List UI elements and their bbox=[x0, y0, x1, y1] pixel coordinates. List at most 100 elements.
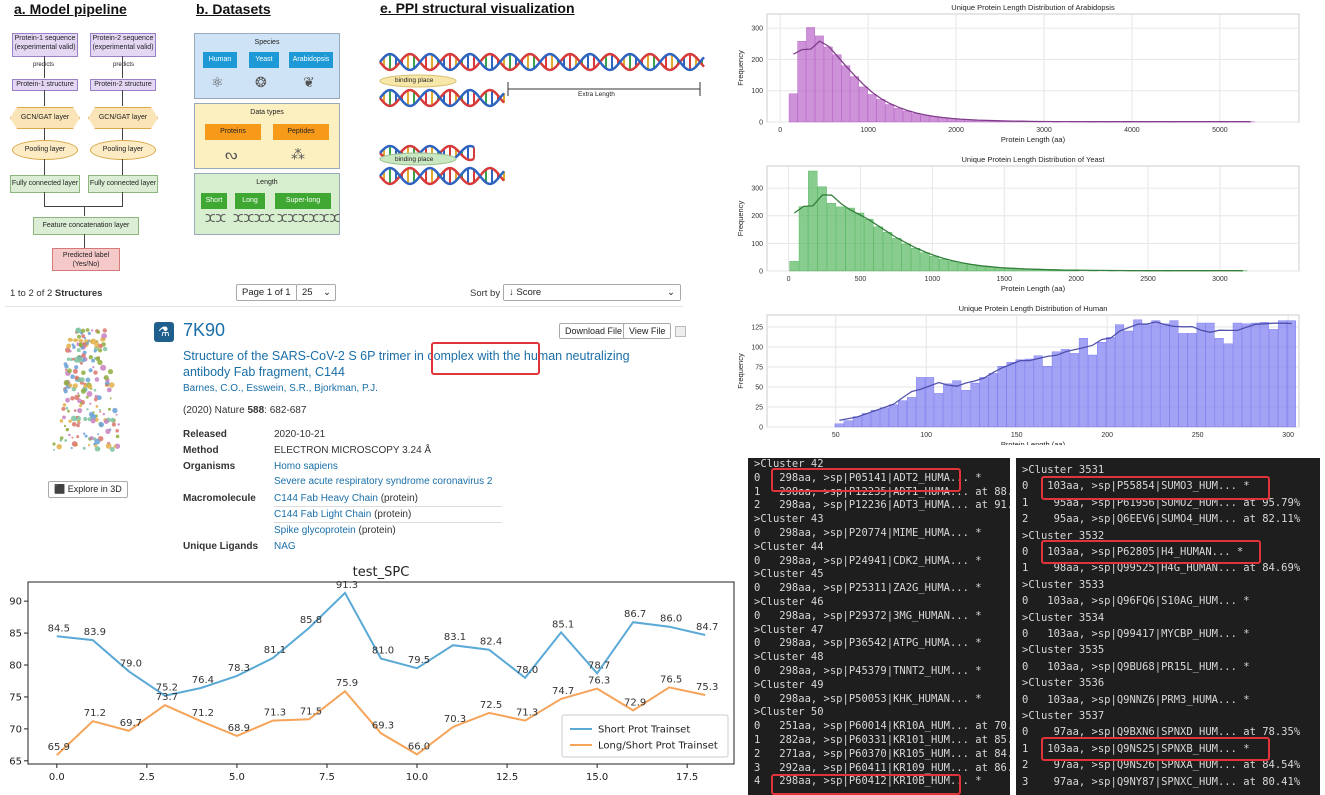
histogram-bar bbox=[1278, 320, 1288, 428]
ribbon-fragment bbox=[73, 409, 77, 412]
method-value: ELECTRON MICROSCOPY 3.24 Å bbox=[274, 445, 432, 456]
legend-entry: Short Prot Trainset bbox=[598, 725, 690, 736]
ribbon-fragment bbox=[85, 377, 91, 383]
histogram-bar bbox=[967, 264, 977, 272]
panel-a-title: a. Model pipeline bbox=[14, 1, 127, 17]
explore-3d-button[interactable]: ⬛ Explore in 3D bbox=[48, 481, 128, 498]
x-tick-label: 500 bbox=[855, 276, 867, 283]
protein2-sequence-box: Protein-2 sequence (experimental valid) bbox=[90, 33, 156, 57]
organism-homo-sapiens[interactable]: Homo sapiens bbox=[274, 461, 338, 472]
sort-select[interactable]: ↓ Score ⌄ bbox=[503, 284, 681, 301]
y-tick-label: 70 bbox=[9, 724, 22, 735]
data-label: 85.1 bbox=[552, 619, 574, 630]
histogram-bar bbox=[1160, 323, 1170, 428]
data-label: 66.0 bbox=[408, 741, 430, 752]
histogram-bar bbox=[882, 232, 893, 272]
cluster-header: >Cluster 45 bbox=[754, 568, 824, 581]
species-yeast: Yeast bbox=[249, 52, 279, 68]
histogram-1: 0 500 1000 1500 2000 2500 3000 0 100 200 300 Unique… bbox=[736, 155, 1300, 293]
y-tick-label: 80 bbox=[9, 661, 22, 672]
ligand-nag[interactable]: NAG bbox=[274, 541, 296, 552]
ribbon-fragment bbox=[103, 375, 109, 381]
histogram-bar bbox=[850, 76, 859, 123]
x-tick-label: 5000 bbox=[1212, 127, 1228, 134]
panel-e-title: e. PPI structural visualization bbox=[380, 0, 575, 16]
ribbon-fragment bbox=[66, 343, 72, 349]
histogram-bar bbox=[979, 377, 989, 428]
cluster-header: >Cluster 48 bbox=[754, 651, 824, 664]
view-file-button[interactable]: View File bbox=[623, 323, 672, 339]
cluster-header: >Cluster 43 bbox=[754, 513, 824, 526]
histogram-bar bbox=[911, 113, 921, 123]
ribbon-fragment bbox=[64, 439, 68, 442]
flask-icon: ⚗ bbox=[154, 322, 174, 342]
pooling-layer-2: Pooling layer bbox=[90, 140, 156, 160]
y-tick-label: 300 bbox=[751, 186, 763, 193]
panel-b-title: b. Datasets bbox=[196, 1, 271, 17]
highlight-sumo3 bbox=[1041, 476, 1270, 500]
select-checkbox[interactable] bbox=[675, 326, 686, 337]
histogram-bar bbox=[897, 400, 907, 428]
ribbon-fragment bbox=[86, 340, 89, 343]
pdb-id[interactable]: 7K90 bbox=[183, 320, 225, 341]
light-chain-link[interactable]: C144 Fab Light Chain bbox=[274, 509, 371, 520]
y-axis-label: Frequency bbox=[736, 201, 745, 237]
ribbon-fragment bbox=[106, 387, 112, 393]
ribbon-fragment bbox=[65, 427, 70, 432]
histogram-bar bbox=[870, 409, 880, 428]
x-tick-label: 12.5 bbox=[496, 772, 518, 783]
legend-entry: Long/Short Prot Trainset bbox=[598, 741, 718, 752]
histogram-bar bbox=[997, 365, 1007, 428]
ribbon-fragment bbox=[105, 384, 108, 387]
page-indicator[interactable]: Page 1 of 1 bbox=[236, 284, 297, 301]
ribbon-fragment bbox=[113, 444, 117, 448]
histogram-bar bbox=[814, 35, 824, 123]
histogram-bar bbox=[867, 94, 877, 123]
ribbon-fragment bbox=[112, 407, 118, 414]
ribbon-fragment bbox=[102, 412, 105, 416]
ribbon-fragment bbox=[82, 355, 85, 358]
heavy-chain-link[interactable]: C144 Fab Heavy Chain bbox=[274, 493, 378, 504]
ribbon-fragment bbox=[70, 338, 73, 342]
data-label: 71.3 bbox=[516, 708, 538, 719]
y-axis-label: Frequency bbox=[736, 353, 745, 389]
length-section: Length Short Long Super-long ⵋⵋ ⵋⵋⵋⵋ ⵋⵋⵋ… bbox=[194, 173, 340, 235]
ribbon-fragment bbox=[95, 356, 100, 362]
human-cells-icon: ⚛ bbox=[211, 74, 224, 90]
structure-thumbnail[interactable] bbox=[40, 320, 136, 458]
chevron-down-icon: ⌄ bbox=[323, 287, 331, 298]
ribbon-fragment bbox=[83, 384, 87, 389]
histogram-bar bbox=[920, 252, 930, 272]
y-tick-label: 0 bbox=[759, 269, 763, 276]
per-page-select[interactable]: 25 ⌄ bbox=[296, 284, 336, 301]
download-file-button[interactable]: Download File bbox=[559, 323, 629, 339]
spike-link[interactable]: Spike glycoprotein bbox=[274, 525, 356, 536]
method-label: Method bbox=[183, 445, 219, 456]
ribbon-fragment bbox=[65, 406, 69, 410]
ribbon-fragment bbox=[108, 407, 111, 411]
histogram-bar bbox=[1250, 322, 1260, 428]
test-spc-line-chart: test_SPC 0.0 2.5 5.0 7.5 10.0 12.5 15.0 17.5 65 70… bbox=[0, 560, 742, 795]
ribbon-fragment bbox=[70, 396, 75, 401]
ribbon-fragment bbox=[92, 411, 95, 414]
organism-sars-cov-2[interactable]: Severe acute respiratory syndrome corona… bbox=[274, 476, 492, 487]
histogram-bar bbox=[1097, 342, 1107, 428]
gcn-layer-1: GCN/GAT layer bbox=[10, 107, 80, 129]
pooling-layer-1: Pooling layer bbox=[12, 140, 78, 160]
species-section: Species Human Yeast Arabidopsis ⚛ ❂ ❦ bbox=[194, 33, 340, 99]
histogram-bar bbox=[1169, 320, 1179, 428]
ribbon-fragment bbox=[75, 339, 79, 342]
cluster-member-line: 0 251aa, >sp|P60014|KR10A_HUM... at 70.1… bbox=[754, 720, 1010, 733]
histogram-bar bbox=[1187, 333, 1197, 428]
ribbon-fragment bbox=[102, 346, 108, 352]
length-long: Long bbox=[235, 193, 265, 209]
ribbon-fragment bbox=[95, 405, 99, 408]
data-label: 71.5 bbox=[300, 706, 322, 717]
y-tick-label: 300 bbox=[751, 26, 763, 33]
ribbon-fragment bbox=[74, 365, 79, 370]
x-tick-label: 1000 bbox=[860, 127, 876, 134]
x-tick-label: 4000 bbox=[1124, 127, 1140, 134]
authors[interactable]: Barnes, C.O., Esswein, S.R., Bjorkman, P… bbox=[183, 383, 378, 394]
structure-title[interactable]: Structure of the SARS-CoV-2 S 6P trimer … bbox=[183, 348, 630, 380]
ribbon-fragment bbox=[93, 388, 97, 392]
